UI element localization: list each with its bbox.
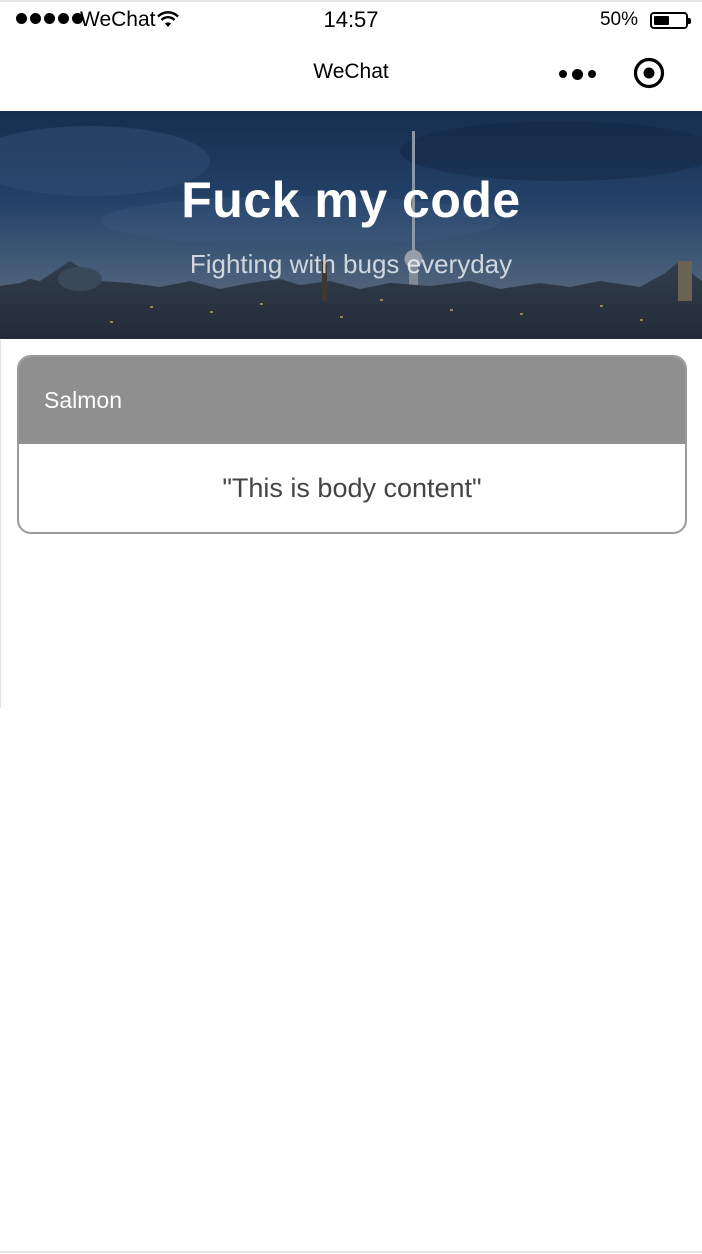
divider bbox=[0, 1251, 702, 1253]
more-dots-icon[interactable] bbox=[554, 60, 600, 88]
content-card: Salmon "This is body content" bbox=[17, 355, 687, 534]
banner-subtitle: Fighting with bugs everyday bbox=[189, 249, 513, 279]
card-header: Salmon bbox=[19, 357, 685, 444]
divider bbox=[0, 340, 1, 708]
battery-icon bbox=[650, 12, 691, 29]
banner-title: Fuck my code bbox=[181, 172, 521, 228]
card-body: "This is body content" bbox=[222, 473, 482, 503]
nav-bar: WeChat bbox=[0, 40, 702, 111]
battery-percent: 50% bbox=[599, 9, 638, 30]
status-bar: WeChat 14:57 50% bbox=[0, 0, 702, 40]
clock: 14:57 bbox=[323, 7, 379, 32]
screen: WeChat 14:57 50% WeChat Fuck my code Fig… bbox=[0, 0, 702, 1254]
header-banner: Fuck my code Fighting with bugs everyday bbox=[0, 111, 702, 339]
record-circle-icon[interactable] bbox=[633, 57, 665, 89]
